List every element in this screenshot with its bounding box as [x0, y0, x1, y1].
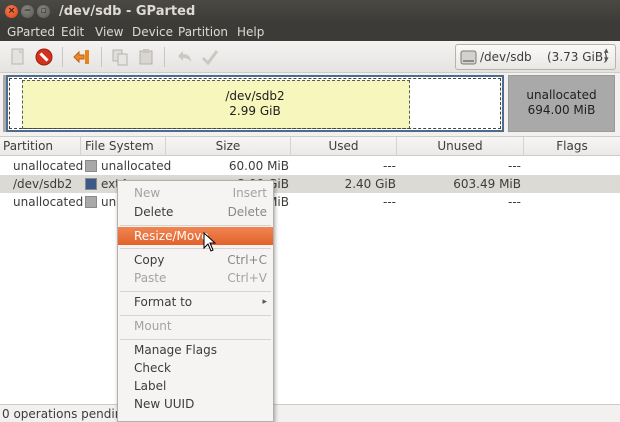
- submenu-arrow-icon: ▸: [262, 297, 267, 307]
- partition-table: Partition File System Size Used Unused F…: [0, 136, 620, 404]
- device-selector[interactable]: /dev/sdb (3.73 GiB) ▴ ▾: [455, 44, 616, 70]
- device-size: (3.73 GiB): [547, 50, 608, 64]
- menu-item-label: Delete: [134, 205, 174, 219]
- cell-partition: unallocated: [13, 159, 84, 173]
- resize-move-icon[interactable]: [72, 47, 92, 67]
- cell-partition: /dev/sdb2: [13, 177, 73, 191]
- menu-item-resize-move[interactable]: Resize/Move: [118, 227, 273, 245]
- menu-device[interactable]: Device: [132, 25, 173, 39]
- menu-item-label: New: [134, 186, 161, 200]
- cell-filesystem: unallocated: [101, 159, 172, 173]
- delete-partition-icon[interactable]: [34, 47, 54, 67]
- graph-partition-sdb2[interactable]: /dev/sdb2 2.99 GiB: [6, 75, 504, 132]
- menu-item-shortcut: Delete: [227, 205, 267, 219]
- maximize-window-button[interactable]: ▫: [37, 5, 50, 18]
- mouse-pointer-icon: [203, 232, 217, 252]
- menu-item-paste[interactable]: Paste Ctrl+V: [118, 269, 273, 287]
- menu-item-label: New UUID: [134, 397, 195, 411]
- filesystem-color-swatch: [85, 196, 97, 208]
- toolbar-separator: [101, 47, 102, 67]
- apply-icon[interactable]: [200, 47, 220, 67]
- menu-item-label: Manage Flags: [134, 343, 217, 357]
- menu-item-new[interactable]: New Insert: [118, 184, 273, 202]
- graph-partition-size: 2.99 GiB: [229, 104, 281, 118]
- menu-gparted[interactable]: GParted: [7, 25, 55, 39]
- column-header-filesystem[interactable]: File System: [81, 137, 166, 156]
- graph-unallocated[interactable]: unallocated 694.00 MiB: [508, 75, 615, 132]
- menu-separator: [120, 315, 271, 316]
- cell-partition: unallocated: [13, 195, 84, 209]
- minimize-window-button[interactable]: −: [21, 5, 34, 18]
- filesystem-color-swatch: [85, 178, 97, 190]
- graph-unallocated-size: 694.00 MiB: [527, 103, 596, 117]
- table-row-selected[interactable]: /dev/sdb2 ext4 2.99 GiB 2.40 GiB 603.49 …: [0, 175, 620, 193]
- menu-item-label: Resize/Move: [134, 229, 209, 243]
- status-bar: 0 operations pending: [0, 404, 620, 422]
- menu-item-label: Format to: [134, 295, 193, 309]
- menu-item-label-fs[interactable]: Label: [118, 377, 273, 395]
- table-row[interactable]: unallocated unallocated 60.00 MiB --- --…: [0, 157, 620, 175]
- menu-item-delete[interactable]: Delete Delete: [118, 203, 273, 221]
- undo-icon[interactable]: [174, 47, 194, 67]
- toolbar-separator: [164, 47, 165, 67]
- menu-partition[interactable]: Partition: [178, 25, 228, 39]
- menu-view[interactable]: View: [95, 25, 123, 39]
- operations-pending-status: 0 operations pending: [2, 407, 130, 421]
- menu-item-format-to[interactable]: Format to ▸: [118, 293, 273, 311]
- menu-item-mount[interactable]: Mount: [118, 317, 273, 335]
- close-window-button[interactable]: ×: [5, 5, 18, 18]
- new-partition-icon[interactable]: [8, 47, 28, 67]
- menu-item-new-uuid[interactable]: New UUID: [118, 395, 273, 413]
- window-title: /dev/sdb - GParted: [59, 4, 196, 19]
- table-header: Partition File System Size Used Unused F…: [0, 137, 620, 156]
- menu-help[interactable]: Help: [237, 25, 264, 39]
- menu-item-shortcut: Ctrl+V: [227, 271, 267, 285]
- menu-item-label: Check: [134, 361, 171, 375]
- cell-used: ---: [383, 195, 396, 209]
- menu-item-label: Mount: [134, 319, 172, 333]
- menu-item-label: Copy: [134, 253, 165, 267]
- chevron-up-down-icon: ▴ ▾: [604, 46, 609, 65]
- hard-disk-icon: [460, 50, 477, 65]
- partition-context-menu: New Insert Delete Delete Resize/Move Cop…: [117, 180, 274, 422]
- menu-item-copy[interactable]: Copy Ctrl+C: [118, 251, 273, 269]
- menu-bar: GParted Edit View Device Partition Help: [0, 23, 620, 41]
- menu-edit[interactable]: Edit: [61, 25, 84, 39]
- cell-unused: 603.49 MiB: [453, 177, 521, 191]
- cell-used: 2.40 GiB: [344, 177, 396, 191]
- cell-used: ---: [383, 159, 396, 173]
- menu-separator: [120, 339, 271, 340]
- table-row[interactable]: unallocated unallocated 694.00 MiB --- -…: [0, 193, 620, 211]
- copy-icon[interactable]: [110, 47, 130, 67]
- menu-item-label: Paste: [134, 271, 167, 285]
- column-header-unused[interactable]: Unused: [397, 137, 524, 156]
- cell-unused: ---: [508, 159, 521, 173]
- filesystem-color-swatch: [85, 160, 97, 172]
- menu-item-shortcut: Ctrl+C: [227, 253, 267, 267]
- device-name: /dev/sdb: [480, 50, 532, 64]
- paste-icon[interactable]: [136, 47, 156, 67]
- column-header-used[interactable]: Used: [291, 137, 397, 156]
- column-header-partition[interactable]: Partition: [0, 137, 81, 156]
- menu-separator: [120, 248, 271, 249]
- partition-graph: /dev/sdb2 2.99 GiB unallocated 694.00 Mi…: [3, 73, 617, 134]
- column-header-size[interactable]: Size: [166, 137, 291, 156]
- menu-item-shortcut: Insert: [232, 186, 267, 200]
- cell-unused: ---: [508, 195, 521, 209]
- graph-partition-name: /dev/sdb2: [225, 89, 285, 103]
- menu-separator: [120, 225, 271, 226]
- menu-item-label: Label: [134, 379, 167, 393]
- column-header-flags[interactable]: Flags: [524, 137, 620, 156]
- title-bar: × − ▫ /dev/sdb - GParted: [0, 0, 620, 23]
- menu-item-manage-flags[interactable]: Manage Flags: [118, 341, 273, 359]
- graph-unallocated-name: unallocated: [526, 88, 597, 102]
- menu-separator: [120, 291, 271, 292]
- toolbar-separator: [62, 47, 63, 67]
- cell-size: 60.00 MiB: [228, 159, 289, 173]
- menu-item-check[interactable]: Check: [118, 359, 273, 377]
